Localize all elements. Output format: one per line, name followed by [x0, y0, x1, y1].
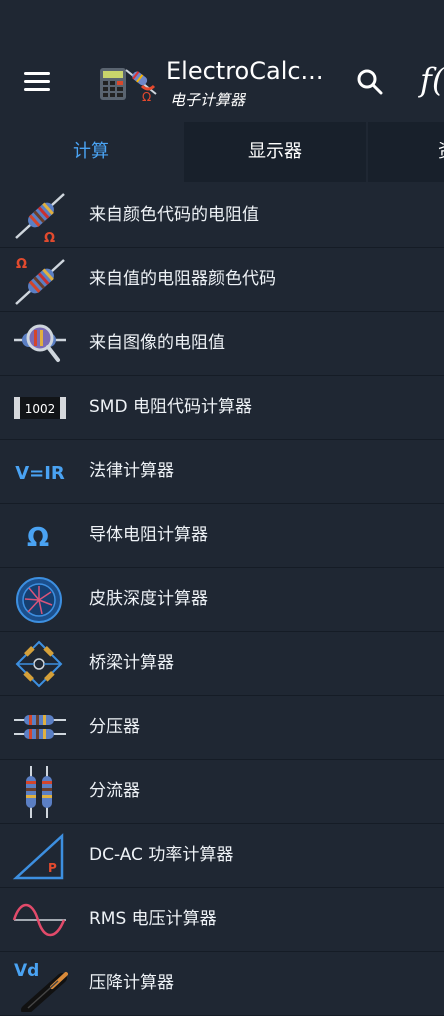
app-bar: Ω ElectroCalc... 电子计算器 f(	[0, 0, 444, 122]
list-item-dc-ac-power[interactable]: P DC-AC 功率计算器	[0, 824, 444, 888]
app-subtitle: 电子计算器	[170, 91, 246, 109]
list-item-resistor-from-image[interactable]: 来自图像的电阻值	[0, 312, 444, 376]
list-item-label: 法律计算器	[89, 461, 174, 481]
ohms-law-text: V=IR	[15, 463, 65, 484]
ohm-resistor-icon: Ω	[12, 252, 68, 308]
list-item-label: 来自图像的电阻值	[89, 333, 225, 353]
list-item-skin-depth[interactable]: 皮肤深度计算器	[0, 568, 444, 632]
app-title: ElectroCalc...	[166, 57, 324, 85]
omega-icon: Ω	[12, 508, 68, 564]
ohms-law-icon: V=IR	[12, 444, 68, 500]
smd-resistor-icon: 1002	[12, 380, 68, 436]
list-item-label: 桥梁计算器	[89, 653, 174, 673]
list-item-label: 压降计算器	[89, 973, 174, 993]
svg-text:Ω: Ω	[44, 231, 55, 244]
hamburger-menu-icon[interactable]	[22, 64, 54, 96]
current-divider-icon	[12, 764, 68, 820]
list-item-smd-code[interactable]: 1002 SMD 电阻代码计算器	[0, 376, 444, 440]
calculator-list: Ω 来自颜色代码的电阻值 Ω 来自值的电阻器颜色代码 来自图像的电阻值 1002…	[0, 184, 444, 1016]
svg-text:Ω: Ω	[142, 90, 151, 104]
resistor-magnifier-icon	[12, 316, 68, 372]
skin-depth-icon	[12, 572, 68, 628]
svg-text:Ω: Ω	[16, 257, 27, 272]
list-item-label: 分流器	[89, 781, 140, 801]
app-logo: Ω	[98, 60, 162, 104]
list-item-voltage-drop[interactable]: Vd 压降计算器	[0, 952, 444, 1016]
tab-calculate[interactable]: 计算	[0, 122, 182, 182]
sine-wave-icon	[12, 892, 68, 948]
list-item-voltage-divider[interactable]: 分压器	[0, 696, 444, 760]
voltage-drop-symbol: Vd	[14, 961, 39, 981]
smd-code-text: 1002	[25, 402, 56, 416]
list-item-label: SMD 电阻代码计算器	[89, 397, 252, 417]
list-item-label: 来自颜色代码的电阻值	[89, 205, 259, 225]
tab-resources[interactable]: 资	[368, 122, 444, 182]
list-item-color-from-value[interactable]: Ω 来自值的电阻器颜色代码	[0, 248, 444, 312]
bridge-circuit-icon	[12, 636, 68, 692]
list-item-conductor-resistance[interactable]: Ω 导体电阻计算器	[0, 504, 444, 568]
list-item-label: RMS 电压计算器	[89, 909, 217, 929]
list-item-resistor-from-color[interactable]: Ω 来自颜色代码的电阻值	[0, 184, 444, 248]
list-item-label: DC-AC 功率计算器	[89, 845, 234, 865]
list-item-label: 导体电阻计算器	[89, 525, 208, 545]
voltage-drop-cable-icon: Vd	[12, 956, 68, 1012]
function-icon[interactable]: f(	[420, 58, 444, 102]
tab-displays[interactable]: 显示器	[184, 122, 366, 182]
list-item-label: 来自值的电阻器颜色代码	[89, 269, 276, 289]
voltage-divider-icon	[12, 700, 68, 756]
tab-bar: 计算 显示器 资	[0, 122, 444, 182]
list-item-label: 皮肤深度计算器	[89, 589, 208, 609]
list-item-current-divider[interactable]: 分流器	[0, 760, 444, 824]
list-item-label: 分压器	[89, 717, 140, 737]
search-icon[interactable]	[354, 66, 386, 98]
power-triangle-icon: P	[12, 828, 68, 884]
list-item-ohms-law[interactable]: V=IR 法律计算器	[0, 440, 444, 504]
omega-symbol: Ω	[27, 523, 49, 553]
list-item-bridge[interactable]: 桥梁计算器	[0, 632, 444, 696]
power-symbol: P	[48, 861, 57, 875]
list-item-rms-voltage[interactable]: RMS 电压计算器	[0, 888, 444, 952]
resistor-ohm-icon: Ω	[12, 188, 68, 244]
